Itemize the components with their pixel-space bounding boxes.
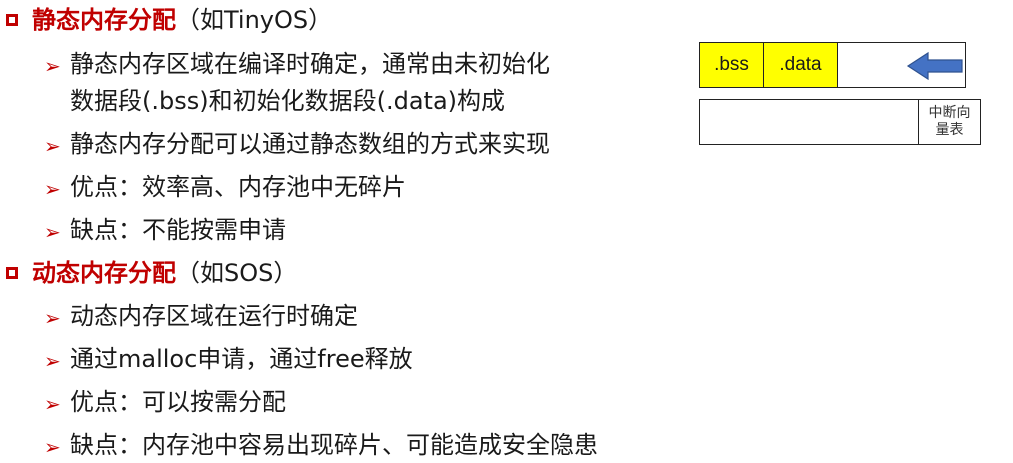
arrow-bullet-icon: ➢: [44, 54, 61, 78]
arrow-bullet-icon: ➢: [44, 220, 61, 244]
square-bullet-icon: [6, 14, 18, 26]
static-title: 静态内存分配: [32, 6, 176, 34]
dynamic-bullet-2: 通过malloc申请，通过free释放: [70, 345, 413, 373]
static-bullet-1-cont: 数据段(.bss)和初始化数据段(.data)构成: [70, 87, 506, 115]
dynamic-title: 动态内存分配: [32, 259, 176, 287]
slide: { "static_section": { "title": "静态内存分配",…: [0, 0, 1013, 463]
data-label: .data: [779, 54, 822, 75]
square-bullet-icon: [6, 267, 18, 279]
static-title-suffix: （如TinyOS）: [176, 6, 333, 34]
static-bullet-1: 静态内存区域在编译时确定，通常由未初始化: [70, 50, 550, 78]
static-bullet-2: 静态内存分配可以通过静态数组的方式来实现: [70, 130, 550, 158]
vector-table-label-line2: 量表: [935, 122, 964, 138]
interrupt-vector-table: 中断向 量表: [918, 99, 981, 145]
vector-table-label-line1: 中断向: [928, 105, 971, 121]
dynamic-bullet-3: 优点：可以按需分配: [70, 388, 286, 416]
arrow-bullet-icon: ➢: [44, 177, 61, 201]
bss-segment: .bss: [699, 42, 764, 88]
dynamic-bullet-4: 缺点：内存池中容易出现碎片、可能造成安全隐患: [70, 431, 598, 459]
static-bullet-4: 缺点：不能按需申请: [70, 216, 286, 244]
arrow-bullet-icon: ➢: [44, 306, 61, 330]
arrow-left-icon: [906, 51, 963, 81]
dynamic-title-suffix: （如SOS）: [176, 259, 298, 287]
static-bullet-3: 优点：效率高、内存池中无碎片: [70, 173, 406, 201]
arrow-bullet-icon: ➢: [44, 435, 61, 459]
arrow-bullet-icon: ➢: [44, 134, 61, 158]
bss-label: .bss: [714, 54, 749, 75]
arrow-bullet-icon: ➢: [44, 349, 61, 373]
arrow-bullet-icon: ➢: [44, 392, 61, 416]
dynamic-bullet-1: 动态内存区域在运行时确定: [70, 302, 358, 330]
data-segment: .data: [763, 42, 838, 88]
